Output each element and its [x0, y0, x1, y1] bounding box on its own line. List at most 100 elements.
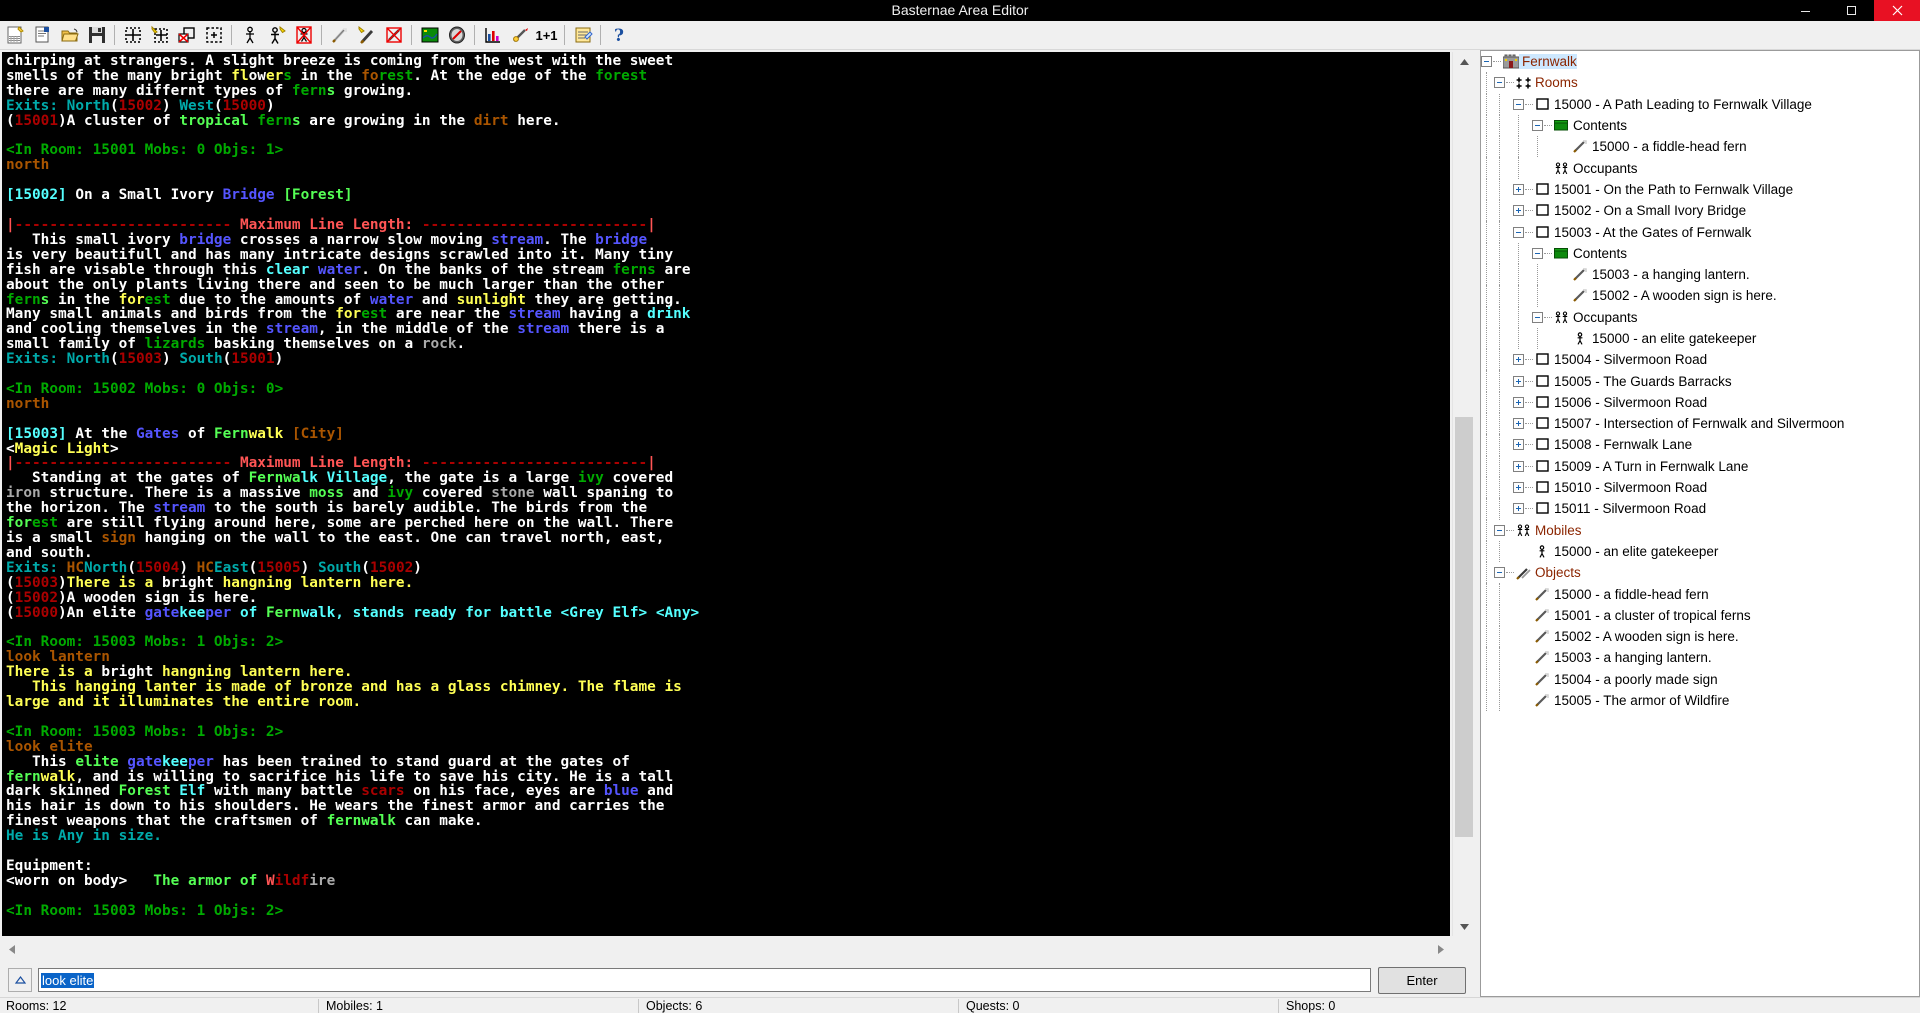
expand-node-icon[interactable]	[1513, 439, 1524, 451]
tree-node[interactable]: 15005 - The Guards Barracks	[1481, 370, 1919, 393]
close-button[interactable]	[1874, 0, 1920, 21]
tree-node[interactable]: 15000 - a fiddle-head fern	[1481, 136, 1919, 158]
tree-node[interactable]: 15001 - a cluster of tropical ferns	[1481, 604, 1919, 627]
expand-node-icon[interactable]	[1513, 460, 1524, 472]
terminal-span: ire	[309, 872, 336, 889]
tree-node[interactable]: 15000 - an elite gatekeeper	[1481, 327, 1919, 350]
main-area: chirping at strangers. A slight breeze i…	[0, 50, 1920, 1013]
scroll-up-arrow-icon[interactable]	[1453, 52, 1475, 72]
delete-mobile-icon[interactable]	[291, 23, 316, 48]
collapse-node-icon[interactable]	[1494, 567, 1505, 579]
tree-node[interactable]: 15003 - a hanging lantern.	[1481, 263, 1919, 286]
toolbar-separator	[231, 25, 232, 45]
one-plus-one-label[interactable]: 1+1	[534, 23, 559, 48]
status-separator	[958, 999, 959, 1013]
save-area-icon[interactable]	[84, 23, 109, 48]
tree-node[interactable]: 15010 - Silvermoon Road	[1481, 476, 1919, 499]
tree-node[interactable]: Rooms	[1481, 72, 1919, 94]
collapse-node-icon[interactable]	[1532, 311, 1543, 323]
command-history-button[interactable]	[8, 968, 32, 992]
terminal-span: gate	[127, 753, 162, 770]
terminal-span: , in the middle of the	[317, 321, 518, 338]
collapse-node-icon[interactable]	[1494, 77, 1505, 89]
tree-guide-line	[1494, 242, 1513, 265]
tree-node[interactable]: Contents	[1481, 114, 1919, 137]
expand-node-icon[interactable]	[1513, 482, 1524, 494]
tree-node[interactable]: 15001 - On the Path to Fernwalk Village	[1481, 178, 1919, 201]
area-properties-icon[interactable]	[30, 23, 55, 48]
delete-room-icon[interactable]	[174, 23, 199, 48]
tree-node[interactable]: 15003 - a hanging lantern.	[1481, 647, 1919, 669]
expand-node-icon[interactable]	[1513, 205, 1524, 217]
tree-node[interactable]: Occupants	[1481, 157, 1919, 180]
maximize-button[interactable]	[1828, 0, 1874, 21]
terminal-output[interactable]: chirping at strangers. A slight breeze i…	[2, 52, 1450, 936]
notes-icon[interactable]	[570, 23, 595, 48]
tree-node[interactable]: 15000 - A Path Leading to Fernwalk Villa…	[1481, 93, 1919, 116]
select-room-icon[interactable]	[201, 23, 226, 48]
tree-node[interactable]: 15005 - The armor of Wildfire	[1481, 689, 1919, 712]
tree-node[interactable]: 15002 - A wooden sign is here.	[1481, 285, 1919, 307]
tree-node[interactable]: Occupants	[1481, 306, 1919, 329]
no-entry-icon[interactable]	[444, 23, 469, 48]
new-area-icon[interactable]	[3, 23, 28, 48]
tree-node[interactable]: 15007 - Intersection of Fernwalk and Sil…	[1481, 413, 1919, 435]
minimize-button[interactable]	[1782, 0, 1828, 21]
map-icon[interactable]	[417, 23, 442, 48]
terminal-hscroll-thumb[interactable]	[22, 940, 1430, 958]
collapse-node-icon[interactable]	[1513, 98, 1524, 110]
tree-root-node[interactable]: Fernwalk	[1481, 51, 1919, 72]
expand-node-icon[interactable]	[1513, 354, 1524, 366]
tree-node[interactable]: 15002 - On a Small Ivory Bridge	[1481, 200, 1919, 222]
tree-node[interactable]: 15004 - Silvermoon Road	[1481, 349, 1919, 371]
statistics-icon[interactable]	[480, 23, 505, 48]
tree-node[interactable]: 15002 - A wooden sign is here.	[1481, 626, 1919, 648]
collapse-node-icon[interactable]	[1532, 120, 1543, 132]
edit-object-icon[interactable]	[354, 23, 379, 48]
terminal-horizontal-scrollbar[interactable]	[2, 938, 1450, 960]
edit-mobile-icon[interactable]	[264, 23, 289, 48]
tree-node[interactable]: Objects	[1481, 562, 1919, 584]
tree-node[interactable]: 15004 - a poorly made sign	[1481, 668, 1919, 691]
command-input[interactable]: look elite	[38, 968, 1371, 992]
delete-object-icon[interactable]	[381, 23, 406, 48]
help-icon[interactable]: ?	[606, 23, 631, 48]
new-room-icon[interactable]	[120, 23, 145, 48]
collapse-node-icon[interactable]	[1532, 247, 1543, 259]
tree-node[interactable]: 15000 - a fiddle-head fern	[1481, 583, 1919, 606]
terminal-span: walk	[40, 768, 76, 785]
expand-node-icon[interactable]	[1513, 503, 1524, 515]
expand-node-icon[interactable]	[1513, 418, 1524, 430]
tree-node[interactable]: Mobiles	[1481, 519, 1919, 542]
open-area-icon[interactable]	[57, 23, 82, 48]
tree-node[interactable]: 15000 - an elite gatekeeper	[1481, 540, 1919, 563]
new-object-icon[interactable]	[327, 23, 352, 48]
tree-node[interactable]: 15009 - A Turn in Fernwalk Lane	[1481, 455, 1919, 478]
terminal-scroll-thumb[interactable]	[1455, 417, 1473, 837]
tree-node[interactable]: 15006 - Silvermoon Road	[1481, 391, 1919, 414]
tree-connector	[1525, 380, 1533, 382]
tree-node[interactable]: 15008 - Fernwalk Lane	[1481, 434, 1919, 456]
tree-node[interactable]: 15003 - At the Gates of Fernwalk	[1481, 221, 1919, 243]
tree-node[interactable]: Contents	[1481, 242, 1919, 265]
scroll-right-arrow-icon[interactable]	[1430, 938, 1450, 960]
new-mobile-icon[interactable]	[237, 23, 262, 48]
scroll-down-arrow-icon[interactable]	[1453, 916, 1475, 936]
terminal-scroll-track[interactable]	[1453, 72, 1475, 916]
expand-node-icon[interactable]	[1513, 183, 1524, 195]
terminal-span: HC	[196, 559, 214, 576]
area-tree[interactable]: Fernwalk Rooms 15000 - A Path Leading to F…	[1480, 50, 1920, 997]
expand-node-icon[interactable]	[1513, 375, 1524, 387]
collapse-node-icon[interactable]	[1513, 226, 1524, 238]
collapse-node-icon[interactable]	[1481, 56, 1492, 68]
tree-connector	[1525, 103, 1533, 105]
quests-icon[interactable]	[507, 23, 532, 48]
scroll-left-arrow-icon[interactable]	[2, 938, 22, 960]
edit-room-icon[interactable]	[147, 23, 172, 48]
expand-node-icon[interactable]	[1513, 396, 1524, 408]
collapse-node-icon[interactable]	[1494, 524, 1505, 536]
tree-node[interactable]: 15011 - Silvermoon Road	[1481, 498, 1919, 520]
terminal-vertical-scrollbar[interactable]	[1452, 52, 1475, 936]
enter-button[interactable]: Enter	[1378, 967, 1466, 994]
